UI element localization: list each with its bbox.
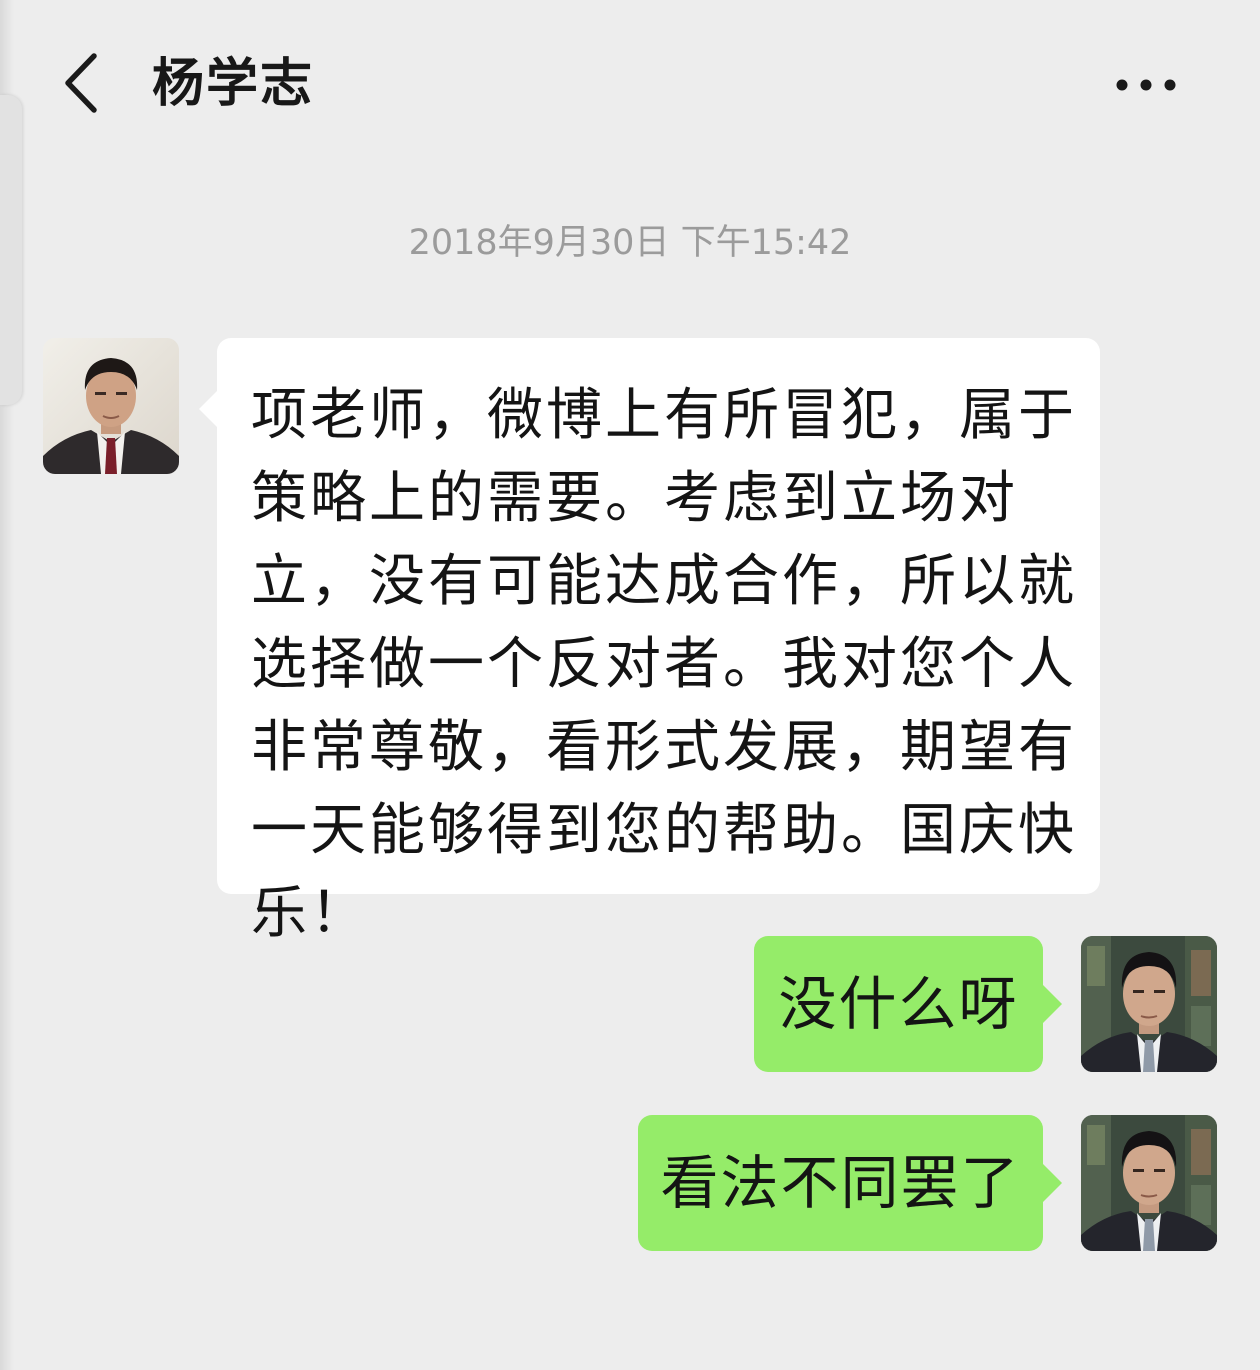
outgoing-message-bubble[interactable]: 没什么呀 bbox=[754, 936, 1062, 1072]
self-avatar[interactable] bbox=[1081, 936, 1217, 1072]
person-avatar-icon bbox=[43, 338, 179, 474]
person-avatar-icon bbox=[1081, 936, 1217, 1072]
more-options-button[interactable] bbox=[1106, 64, 1186, 106]
back-button[interactable] bbox=[56, 50, 116, 116]
chevron-left-icon bbox=[65, 53, 97, 113]
message-timestamp: 2018年9月30日 下午15:42 bbox=[408, 223, 852, 263]
message-text: 没什么呀 bbox=[778, 970, 1019, 1038]
self-avatar[interactable] bbox=[1081, 1115, 1217, 1251]
chat-header: 杨学志 bbox=[0, 0, 1260, 170]
more-dots-icon bbox=[1116, 79, 1176, 91]
message-text: 看法不同罢了 bbox=[660, 1149, 1021, 1217]
contact-name-title: 杨学志 bbox=[152, 54, 315, 114]
outgoing-message-bubble[interactable]: 看法不同罢了 bbox=[638, 1115, 1062, 1251]
person-avatar-icon bbox=[1081, 1115, 1217, 1251]
contact-avatar[interactable] bbox=[43, 338, 179, 474]
incoming-message-bubble[interactable]: 项老师，微博上有所冒犯，属于策略上的需要。考虑到立场对立，没有可能达成合作，所以… bbox=[199, 338, 1100, 946]
